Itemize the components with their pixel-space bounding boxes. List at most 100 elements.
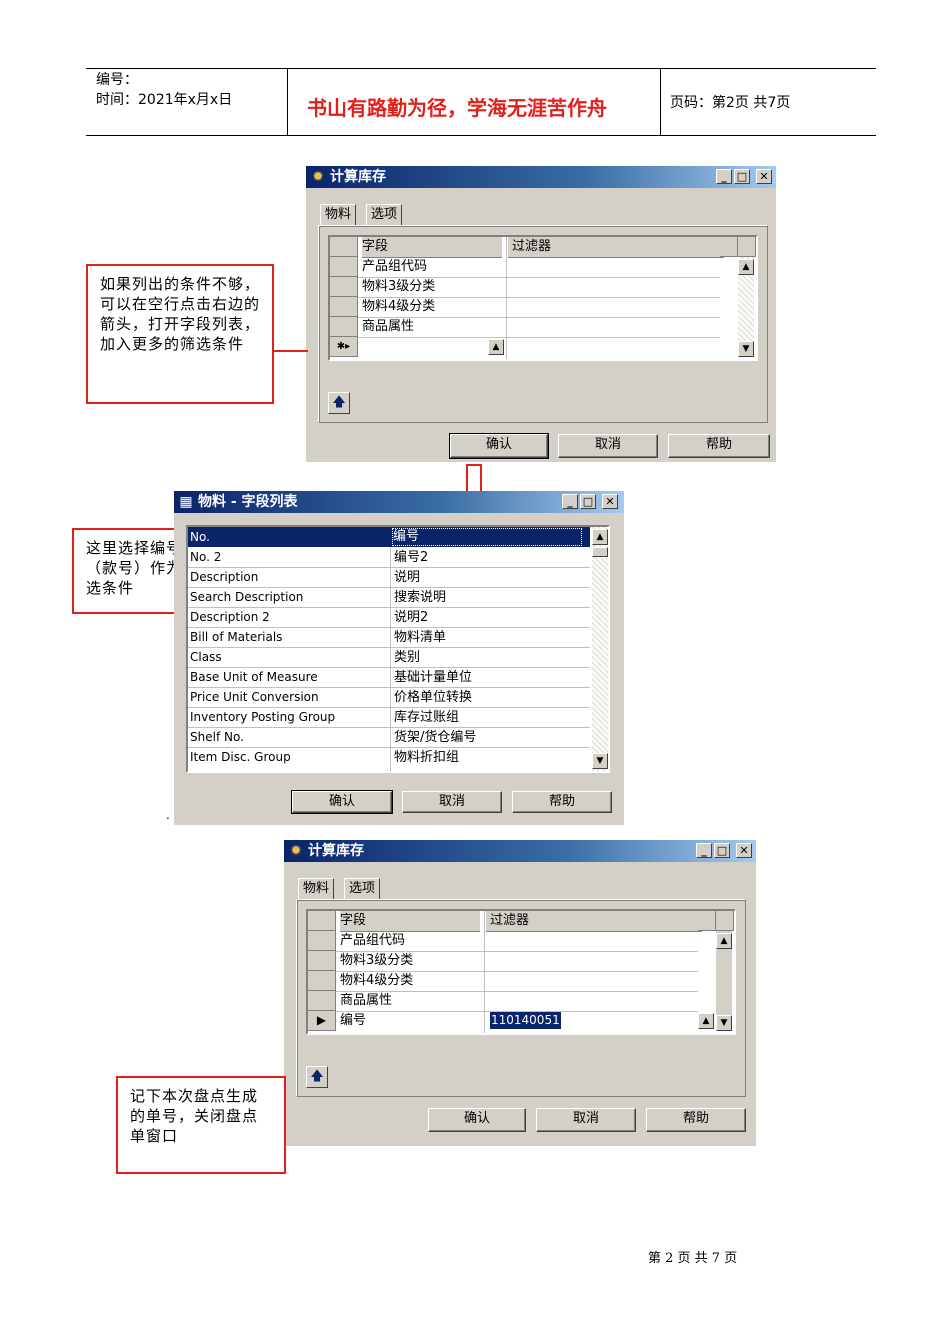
field-name[interactable]: No. 2 bbox=[190, 548, 388, 567]
field-name[interactable]: Description 2 bbox=[190, 608, 388, 627]
close-button[interactable]: ✕ bbox=[602, 494, 618, 509]
ok-button[interactable]: 确认 bbox=[291, 790, 393, 814]
field-caption[interactable]: 说明 bbox=[394, 568, 584, 587]
field-cell[interactable]: 商品属性 bbox=[362, 317, 502, 336]
calc-inventory-dialog-filled: ✹ 计算库存 _ □ ✕ 物料 选项 字段 过滤器 产品组代码 物料3级分类 物… bbox=[284, 840, 756, 1146]
column-header-filter[interactable]: 过滤器 bbox=[486, 911, 702, 932]
tab-options[interactable]: 选项 bbox=[366, 204, 403, 226]
ok-button[interactable]: 确认 bbox=[449, 433, 549, 459]
field-name[interactable]: No. bbox=[190, 528, 388, 547]
scroll-up-icon[interactable]: ▲ bbox=[716, 933, 732, 949]
field-cell[interactable]: 物料4级分类 bbox=[362, 297, 502, 316]
minimize-button[interactable]: _ bbox=[716, 169, 732, 184]
row-selector[interactable] bbox=[330, 317, 358, 337]
row-selector[interactable] bbox=[308, 971, 336, 991]
field-cell[interactable]: 物料3级分类 bbox=[340, 951, 480, 970]
current-row-arrow-icon: ▶ bbox=[308, 1011, 336, 1031]
filter-cell-selected[interactable]: 110140051 bbox=[490, 1012, 561, 1029]
cancel-button[interactable]: 取消 bbox=[536, 1108, 636, 1132]
column-header-filter[interactable]: 过滤器 bbox=[508, 237, 724, 258]
header-divider bbox=[287, 68, 288, 136]
scroll-down-icon[interactable]: ▼ bbox=[738, 341, 754, 357]
minimize-button[interactable]: _ bbox=[562, 494, 578, 509]
scroll-down-icon[interactable]: ▼ bbox=[716, 1015, 732, 1031]
field-cell[interactable]: 物料3级分类 bbox=[362, 277, 502, 296]
maximize-button[interactable]: □ bbox=[714, 843, 730, 858]
column-header-field[interactable]: 字段 bbox=[340, 911, 480, 932]
callout-record-number: 记下本次盘点生成的单号，关闭盘点单窗口 bbox=[116, 1076, 286, 1174]
field-name[interactable]: Class bbox=[190, 648, 388, 667]
row-selector[interactable] bbox=[308, 951, 336, 971]
minimize-button[interactable]: _ bbox=[696, 843, 712, 858]
grid-header-spacer bbox=[738, 237, 756, 257]
header-bottom-rule bbox=[86, 135, 876, 136]
row-selector[interactable] bbox=[330, 277, 358, 297]
page-footer: 第 2 页 共 7 页 bbox=[648, 1251, 738, 1266]
connector-line bbox=[466, 464, 482, 466]
gear-icon: ✹ bbox=[290, 843, 302, 859]
maximize-button[interactable]: □ bbox=[580, 494, 596, 509]
up-arrow-button[interactable]: 🡅 bbox=[328, 392, 350, 414]
field-caption[interactable]: 类别 bbox=[394, 648, 584, 667]
cancel-button[interactable]: 取消 bbox=[402, 791, 502, 813]
field-caption[interactable]: 基础计量单位 bbox=[394, 668, 584, 687]
field-name[interactable]: Search Description bbox=[190, 588, 388, 607]
header-motto: 书山有路勤为径，学海无涯苦作舟 bbox=[307, 96, 607, 120]
field-cell[interactable]: 商品属性 bbox=[340, 991, 480, 1010]
header-divider bbox=[660, 68, 661, 136]
field-name[interactable]: Bill of Materials bbox=[190, 628, 388, 647]
close-button[interactable]: ✕ bbox=[756, 169, 772, 184]
tab-item[interactable]: 物料 bbox=[298, 878, 335, 900]
row-selector[interactable] bbox=[330, 257, 358, 277]
maximize-button[interactable]: □ bbox=[734, 169, 750, 184]
field-name[interactable]: Base Unit of Measure bbox=[190, 668, 388, 687]
tab-options[interactable]: 选项 bbox=[344, 878, 381, 900]
field-cell[interactable]: 物料4级分类 bbox=[340, 971, 480, 990]
row-selector[interactable] bbox=[308, 931, 336, 951]
dialog-titlebar: ▦ 物料 - 字段列表 _ □ ✕ bbox=[174, 491, 624, 513]
help-button[interactable]: 帮助 bbox=[668, 434, 770, 458]
field-cell[interactable]: 产品组代码 bbox=[362, 257, 502, 276]
field-caption[interactable]: 说明2 bbox=[394, 608, 584, 627]
tab-item[interactable]: 物料 bbox=[320, 204, 357, 226]
field-name[interactable]: Description bbox=[190, 568, 388, 587]
header-number-label: 编号： bbox=[96, 72, 138, 88]
callout-more-filters: 如果列出的条件不够，可以在空行点击右边的箭头，打开字段列表，加入更多的筛选条件 bbox=[86, 264, 274, 404]
header-time-label: 时间：2021年x月x日 bbox=[96, 92, 233, 108]
field-name[interactable]: Price Unit Conversion bbox=[190, 688, 388, 707]
row-selector[interactable] bbox=[308, 991, 336, 1011]
field-caption[interactable]: 价格单位转换 bbox=[394, 688, 584, 707]
scroll-up-icon[interactable]: ▲ bbox=[738, 259, 754, 275]
field-caption[interactable]: 搜索说明 bbox=[394, 588, 584, 607]
ok-button[interactable]: 确认 bbox=[428, 1108, 526, 1132]
up-arrow-button[interactable]: 🡅 bbox=[306, 1066, 328, 1088]
scroll-down-icon[interactable]: ▼ bbox=[592, 753, 608, 769]
field-caption[interactable]: 物料清单 bbox=[394, 628, 584, 647]
dialog-title: 计算库存 bbox=[330, 169, 386, 185]
column-header-field[interactable]: 字段 bbox=[362, 237, 502, 258]
field-caption[interactable]: 库存过账组 bbox=[394, 708, 584, 727]
field-name[interactable]: Item Disc. Group bbox=[190, 748, 388, 767]
field-lookup-arrow-icon[interactable]: ▲ bbox=[488, 339, 504, 355]
help-button[interactable]: 帮助 bbox=[646, 1108, 746, 1132]
help-button[interactable]: 帮助 bbox=[512, 791, 612, 813]
field-list-dialog: ▦ 物料 - 字段列表 _ □ ✕ No. 编号 No. 2 编号2 Descr… bbox=[174, 491, 624, 825]
field-name[interactable]: Inventory Posting Group bbox=[190, 708, 388, 727]
scroll-thumb[interactable] bbox=[592, 547, 608, 557]
field-caption[interactable]: 编号2 bbox=[394, 548, 584, 567]
scroll-up-icon[interactable]: ▲ bbox=[592, 529, 608, 545]
close-button[interactable]: ✕ bbox=[736, 843, 752, 858]
connector-line bbox=[480, 464, 482, 492]
field-caption[interactable]: 编号 bbox=[392, 528, 582, 546]
field-caption[interactable]: 货架/货仓编号 bbox=[394, 728, 584, 747]
cancel-button[interactable]: 取消 bbox=[558, 434, 658, 458]
column-divider bbox=[390, 527, 391, 771]
list-scrollbar[interactable] bbox=[592, 527, 608, 771]
header-top-rule bbox=[86, 68, 876, 69]
field-cell[interactable]: 产品组代码 bbox=[340, 931, 480, 950]
field-name[interactable]: Shelf No. bbox=[190, 728, 388, 747]
row-selector[interactable] bbox=[330, 297, 358, 317]
field-caption[interactable]: 物料折扣组 bbox=[394, 748, 584, 767]
filter-lookup-arrow-icon[interactable]: ▲ bbox=[698, 1013, 714, 1029]
field-cell[interactable]: 编号 bbox=[340, 1011, 480, 1030]
